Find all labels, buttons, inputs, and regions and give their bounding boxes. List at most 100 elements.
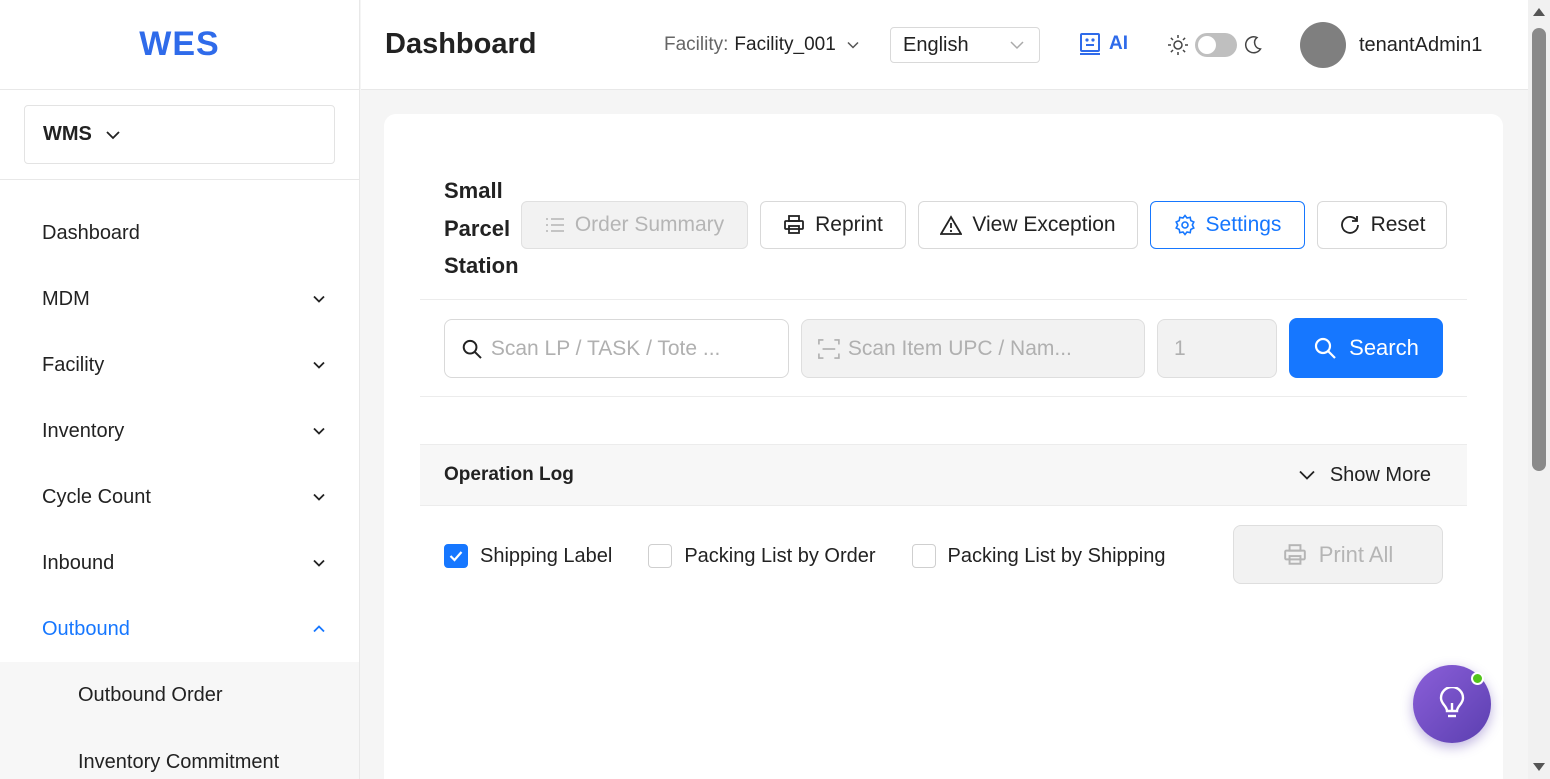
search-icon bbox=[462, 339, 482, 359]
language-select[interactable]: English bbox=[890, 27, 1040, 63]
sidebar-item-facility[interactable]: Facility bbox=[0, 332, 359, 398]
sidebar-item-cycle-count[interactable]: Cycle Count bbox=[0, 464, 359, 530]
warning-icon bbox=[940, 215, 963, 235]
sidebar-subitem-label: Outbound Order bbox=[78, 684, 223, 706]
scroll-down-arrow[interactable] bbox=[1533, 763, 1545, 771]
sidebar-item-label: Inventory bbox=[42, 419, 125, 442]
chevron-down-icon bbox=[313, 559, 325, 567]
theme-toggle[interactable] bbox=[1195, 33, 1237, 57]
chevron-up-icon bbox=[313, 625, 325, 633]
sidebar-item-label: Inbound bbox=[42, 551, 115, 574]
sidebar-item-inbound[interactable]: Inbound bbox=[0, 530, 359, 596]
sidebar-item-outbound[interactable]: Outbound bbox=[0, 596, 359, 662]
chevron-down-icon bbox=[313, 427, 325, 435]
sidebar: WES WMS Dashboard MDM Facility Inventory… bbox=[0, 0, 360, 779]
print-options: Shipping Label Packing List by Order Pac… bbox=[444, 544, 1201, 568]
scroll-thumb[interactable] bbox=[1532, 28, 1546, 471]
station-title: Small Parcel Station bbox=[444, 178, 519, 278]
print-all-button[interactable]: Print All bbox=[1233, 525, 1443, 584]
scan-lp-field[interactable] bbox=[444, 319, 789, 378]
check-icon bbox=[449, 551, 463, 562]
operation-log-title: Operation Log bbox=[444, 464, 574, 485]
checkbox-label: Packing List by Order bbox=[684, 544, 876, 567]
online-status-dot bbox=[1471, 672, 1484, 685]
scan-item-field[interactable] bbox=[801, 319, 1145, 378]
reprint-label: Reprint bbox=[815, 213, 883, 236]
chevron-down-icon bbox=[1010, 41, 1024, 50]
chevron-down-icon bbox=[313, 493, 325, 501]
module-select[interactable]: WMS bbox=[24, 105, 335, 164]
module-switcher-wrap: WMS bbox=[0, 90, 359, 180]
shipping-label-checkbox[interactable]: Shipping Label bbox=[444, 544, 612, 568]
sidebar-subitem-inventory-commitment[interactable]: Inventory Commitment bbox=[0, 729, 359, 779]
chevron-down-icon bbox=[313, 361, 325, 369]
printer-icon bbox=[784, 215, 805, 234]
logo[interactable]: WES bbox=[0, 0, 359, 90]
top-header: Dashboard Facility: Facility_001 English… bbox=[361, 0, 1528, 90]
checkbox-label: Packing List by Shipping bbox=[947, 544, 1166, 567]
view-exception-label: View Exception bbox=[972, 213, 1116, 236]
search-icon bbox=[1315, 337, 1336, 359]
order-summary-label: Order Summary bbox=[574, 213, 725, 236]
sidebar-item-inventory[interactable]: Inventory bbox=[0, 398, 359, 464]
show-more-toggle[interactable]: Show More bbox=[1298, 464, 1431, 487]
checkbox-unchecked[interactable] bbox=[911, 544, 936, 568]
print-all-label: Print All bbox=[1318, 541, 1394, 567]
search-label: Search bbox=[1349, 335, 1419, 360]
facility-label: Facility: bbox=[664, 34, 729, 55]
search-button[interactable]: Search bbox=[1289, 318, 1443, 378]
sidebar-subitem-outbound-order[interactable]: Outbound Order bbox=[0, 662, 359, 729]
order-summary-button[interactable]: Order Summary bbox=[521, 201, 748, 249]
divider bbox=[420, 396, 1467, 397]
chevron-down-icon bbox=[313, 295, 325, 303]
sidebar-item-dashboard[interactable]: Dashboard bbox=[0, 200, 359, 266]
divider bbox=[420, 299, 1467, 300]
avatar[interactable] bbox=[1300, 22, 1346, 68]
settings-label: Settings bbox=[1205, 213, 1282, 236]
packing-list-by-shipping-checkbox[interactable]: Packing List by Shipping bbox=[911, 544, 1166, 568]
view-exception-button[interactable]: View Exception bbox=[918, 201, 1138, 249]
packing-list-by-order-checkbox[interactable]: Packing List by Order bbox=[648, 544, 876, 568]
station-card: Small Parcel Station Order Summary Repri… bbox=[384, 114, 1503, 779]
scan-lp-input[interactable] bbox=[490, 336, 788, 361]
sidebar-item-label: Dashboard bbox=[42, 221, 140, 244]
reset-button[interactable]: Reset bbox=[1317, 201, 1447, 249]
theme-switch[interactable] bbox=[1167, 33, 1263, 57]
facility-selector[interactable]: Facility: Facility_001 bbox=[664, 34, 860, 56]
module-label: WMS bbox=[43, 123, 92, 145]
page-scrollbar[interactable] bbox=[1528, 0, 1550, 779]
ai-label: AI bbox=[1109, 33, 1128, 54]
checkbox-label: Shipping Label bbox=[480, 544, 613, 567]
robot-icon bbox=[1080, 33, 1100, 55]
checkbox-checked[interactable] bbox=[444, 544, 468, 568]
language-value: English bbox=[903, 33, 969, 56]
sidebar-item-label: Facility bbox=[42, 353, 105, 376]
scan-item-input[interactable] bbox=[847, 336, 1144, 361]
quantity-input[interactable] bbox=[1174, 336, 1276, 361]
facility-value: Facility_001 bbox=[734, 34, 836, 55]
reset-label: Reset bbox=[1370, 213, 1426, 236]
chevron-down-icon bbox=[847, 41, 859, 49]
sidebar-item-mdm[interactable]: MDM bbox=[0, 266, 359, 332]
chevron-down-icon bbox=[1299, 470, 1315, 480]
quantity-field[interactable] bbox=[1157, 319, 1277, 378]
checkbox-unchecked[interactable] bbox=[648, 544, 673, 568]
page-title: Dashboard bbox=[385, 28, 537, 60]
sidebar-item-label: Outbound bbox=[42, 617, 130, 640]
sidebar-item-label: Cycle Count bbox=[42, 485, 151, 508]
outbound-submenu: Outbound Order Inventory Commitment bbox=[0, 662, 359, 779]
scroll-up-arrow[interactable] bbox=[1533, 8, 1545, 16]
operation-log-header: Operation Log Show More bbox=[420, 444, 1467, 506]
reprint-button[interactable]: Reprint bbox=[760, 201, 906, 249]
refresh-icon bbox=[1340, 216, 1359, 234]
sidebar-subitem-label: Inventory Commitment bbox=[78, 751, 280, 773]
show-more-label: Show More bbox=[1329, 463, 1431, 486]
settings-button[interactable]: Settings bbox=[1150, 201, 1305, 249]
ai-button[interactable]: AI bbox=[1079, 32, 1128, 56]
lightbulb-icon bbox=[1439, 687, 1465, 718]
username[interactable]: tenantAdmin1 bbox=[1359, 34, 1482, 57]
sidebar-nav: Dashboard MDM Facility Inventory Cycle C… bbox=[0, 180, 359, 779]
list-icon bbox=[545, 218, 564, 232]
logo-text: WES bbox=[139, 25, 220, 63]
chevron-down-icon bbox=[106, 130, 120, 139]
